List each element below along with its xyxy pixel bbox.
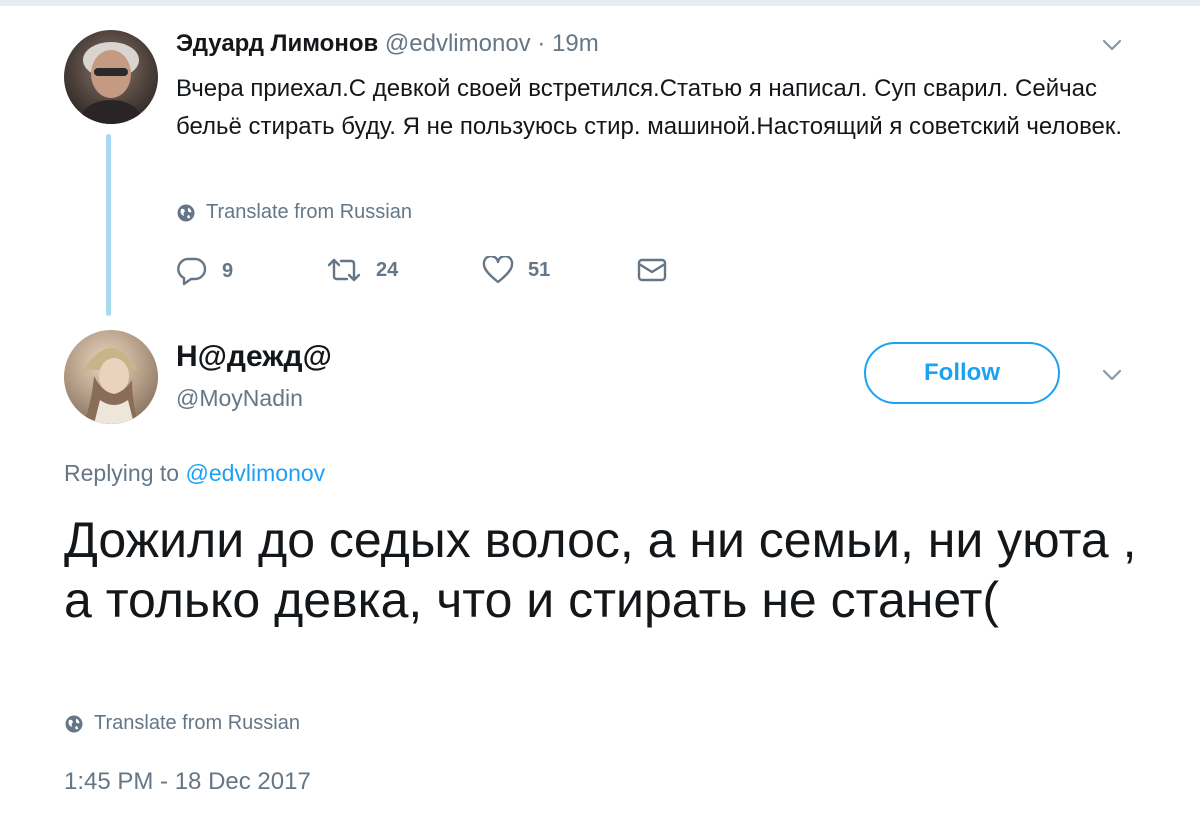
like-button[interactable]: 51 <box>482 256 550 284</box>
replying-to: Replying to @edvlimonov <box>64 460 325 487</box>
tweet2-translate-label: Translate from Russian <box>94 712 300 734</box>
tweet1-header: Эдуард Лимонов @edvlimonov · 19m <box>176 30 599 58</box>
tweet1-time[interactable]: 19m <box>552 30 599 57</box>
envelope-icon <box>637 258 667 282</box>
tweet1-separator: · <box>537 30 546 57</box>
retweet-button[interactable]: 24 <box>326 256 398 284</box>
globe-icon <box>177 204 195 221</box>
heart-icon <box>482 256 514 284</box>
follow-button[interactable]: Follow <box>864 342 1060 404</box>
tweet2-handle[interactable]: @MoyNadin <box>176 385 303 412</box>
tweet2-timestamp[interactable]: 1:45 PM - 18 Dec 2017 <box>64 768 311 796</box>
chevron-down-icon[interactable] <box>1102 368 1122 382</box>
retweet-icon <box>327 258 361 282</box>
globe-icon <box>65 715 83 732</box>
tweet2-text: Дожили до седых волос, а ни семьи, ни ую… <box>64 512 1137 628</box>
thread-connector <box>106 134 111 316</box>
chevron-down-icon[interactable] <box>1102 38 1122 52</box>
avatar-limonov[interactable] <box>64 30 158 124</box>
avatar-portrait-icon <box>84 348 138 424</box>
tweet1-handle[interactable]: @edvlimonov <box>385 30 531 57</box>
reply-button[interactable]: 9 <box>176 256 233 286</box>
tweet1-translate-label: Translate from Russian <box>206 201 412 223</box>
reply-count: 9 <box>222 259 234 282</box>
tweet2-author-name[interactable]: Н@дежд@ <box>176 340 332 374</box>
top-divider <box>0 0 1200 6</box>
tweet1-author-name[interactable]: Эдуард Лимонов <box>176 30 378 57</box>
avatar-moynadin[interactable] <box>64 330 158 424</box>
tweet1-translate-link[interactable]: Translate from Russian <box>176 201 412 224</box>
direct-message-button[interactable] <box>636 256 668 284</box>
replying-prefix: Replying to <box>64 460 180 486</box>
reply-icon <box>177 257 207 286</box>
tweet-thread: Эдуард Лимонов @edvlimonov · 19m Вчера п… <box>0 0 1200 830</box>
tweet1-text: Вчера приехал.С девкой своей встретился.… <box>176 75 1123 140</box>
avatar-portrait-icon <box>78 42 144 124</box>
tweet2-translate-link[interactable]: Translate from Russian <box>64 712 300 735</box>
like-count: 51 <box>528 258 551 281</box>
retweet-count: 24 <box>376 258 399 281</box>
replying-handle-link[interactable]: @edvlimonov <box>185 460 325 486</box>
